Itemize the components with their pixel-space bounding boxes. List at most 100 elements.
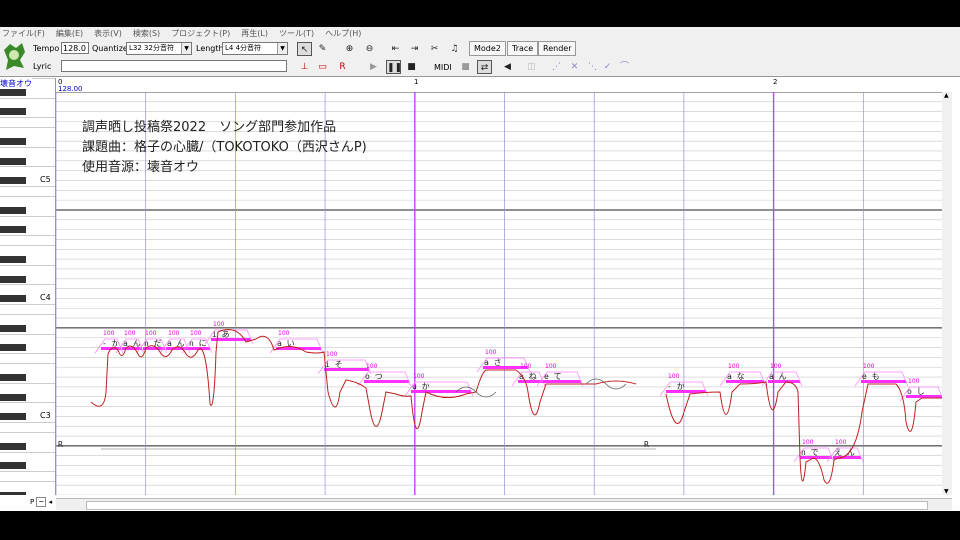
black-key[interactable] — [0, 226, 26, 234]
note-velocity: 100 — [124, 330, 136, 337]
black-key[interactable] — [0, 108, 26, 116]
zoom-in-icon[interactable]: ⊕ — [342, 42, 357, 56]
metronome-icon[interactable]: ◫ — [524, 60, 539, 74]
menu-tools[interactable]: ツール(T) — [279, 29, 314, 38]
white-key[interactable] — [0, 245, 55, 247]
white-key[interactable] — [0, 313, 55, 315]
piano-keyboard[interactable] — [0, 78, 56, 495]
pitch-reset-icon[interactable]: ✕ — [567, 60, 582, 74]
play-icon[interactable]: ▶ — [366, 60, 381, 74]
chevron-down-icon: ▼ — [181, 43, 191, 54]
black-key[interactable] — [0, 157, 26, 165]
black-key[interactable] — [0, 344, 26, 352]
white-key[interactable] — [0, 127, 55, 129]
length-select[interactable]: L4 4分音符 ▼ — [222, 42, 288, 55]
black-key[interactable] — [0, 442, 26, 450]
white-key[interactable] — [0, 304, 55, 306]
pitch-snap-icon[interactable]: ⋱ — [585, 60, 600, 74]
note-velocity: 100 — [802, 439, 814, 446]
menu-edit[interactable]: 編集(E) — [56, 29, 83, 38]
trace-button[interactable]: Trace — [507, 41, 539, 56]
menu-search[interactable]: 検索(S) — [133, 29, 160, 38]
white-key[interactable] — [0, 215, 55, 217]
black-key[interactable] — [0, 206, 26, 214]
menu-view[interactable]: 表示(V) — [94, 29, 122, 38]
white-key[interactable] — [0, 186, 55, 188]
pitch-toggle[interactable]: P ~ ◂ — [30, 497, 56, 509]
black-key[interactable] — [0, 491, 26, 495]
tempo-input[interactable]: 128.0 — [61, 42, 89, 54]
speaker-icon[interactable]: ◀ — [500, 60, 515, 74]
scroll-down-icon[interactable]: ▼ — [944, 488, 949, 495]
stop-icon[interactable]: ■ — [404, 60, 419, 74]
note-lyric: n だ — [144, 339, 162, 348]
black-key[interactable] — [0, 88, 26, 96]
mode2-button[interactable]: Mode2 — [469, 41, 506, 56]
note-velocity: 100 — [545, 363, 557, 370]
black-key[interactable] — [0, 295, 26, 303]
lyric-input[interactable] — [61, 60, 287, 72]
white-key[interactable] — [0, 422, 55, 424]
note-tool-icon[interactable]: ♫ — [447, 42, 462, 56]
white-key[interactable] — [0, 471, 55, 473]
white-key[interactable] — [0, 235, 55, 237]
menu-project[interactable]: プロジェクト(P) — [171, 29, 230, 38]
black-key[interactable] — [0, 413, 26, 421]
pointer-tool-icon[interactable]: ↖ — [297, 42, 312, 56]
quantize-label: Quantize — [92, 44, 128, 53]
render-button[interactable]: Render — [538, 41, 577, 56]
scroll-up-icon[interactable]: ▲ — [944, 92, 949, 99]
menu-help[interactable]: ヘルプ(H) — [325, 29, 361, 38]
insert-note-icon[interactable]: ⊥ — [297, 60, 312, 74]
to-end-icon[interactable]: ⇥ — [407, 42, 422, 56]
white-key[interactable] — [0, 333, 55, 335]
white-key[interactable] — [0, 402, 55, 404]
pitch-mode-icon[interactable]: ⋰ — [549, 60, 564, 74]
white-key[interactable] — [0, 166, 55, 168]
note-lyric: o し — [907, 387, 925, 396]
split-note-icon[interactable]: ✂ — [427, 42, 442, 56]
white-key[interactable] — [0, 195, 55, 197]
scroll-left-icon[interactable]: ◂ — [49, 498, 53, 506]
black-key[interactable] — [0, 373, 26, 381]
white-key[interactable] — [0, 382, 55, 384]
black-key[interactable] — [0, 324, 26, 332]
loop-icon[interactable]: ⇄ — [477, 60, 492, 74]
pencil-tool-icon[interactable]: ✎ — [315, 42, 330, 56]
rest-marker: R — [644, 440, 649, 449]
white-key[interactable] — [0, 97, 55, 99]
white-key[interactable] — [0, 451, 55, 453]
measure-number-1: 1 — [414, 78, 419, 86]
black-key[interactable] — [0, 462, 26, 470]
rest-icon[interactable]: R — [335, 60, 350, 74]
white-key[interactable] — [0, 264, 55, 266]
note-velocity: 100 — [520, 363, 532, 370]
menu-play[interactable]: 再生(L) — [241, 29, 268, 38]
quantize-select[interactable]: L32 32分音符 ▼ — [126, 42, 192, 55]
white-key[interactable] — [0, 481, 55, 483]
black-key[interactable] — [0, 177, 26, 185]
white-key[interactable] — [0, 363, 55, 365]
zoom-out-icon[interactable]: ⊖ — [362, 42, 377, 56]
menu-file[interactable]: ファイル(F) — [2, 29, 45, 38]
record-icon[interactable]: ■ — [458, 60, 473, 74]
pitch-curve-icon[interactable]: ✓ — [600, 60, 615, 74]
white-key[interactable] — [0, 117, 55, 119]
black-key[interactable] — [0, 275, 26, 283]
to-start-icon[interactable]: ⇤ — [388, 42, 403, 56]
scroll-thumb[interactable] — [86, 501, 928, 510]
black-key[interactable] — [0, 137, 26, 145]
black-key[interactable] — [0, 393, 26, 401]
white-key[interactable] — [0, 431, 55, 433]
measure-ruler[interactable]: 0 128.00 1 2 — [56, 78, 952, 93]
vertical-scrollbar[interactable]: ▲ ▼ — [942, 92, 952, 495]
pitch-curve-toggle-icon[interactable]: ~ — [36, 497, 47, 507]
black-key[interactable] — [0, 255, 26, 263]
white-key[interactable] — [0, 146, 55, 148]
delete-note-icon[interactable]: ▭ — [315, 60, 330, 74]
white-key[interactable] — [0, 284, 55, 286]
horizontal-scrollbar[interactable] — [56, 498, 952, 510]
white-key[interactable] — [0, 353, 55, 355]
envelope-icon[interactable]: ⌒ — [617, 60, 632, 74]
pause-icon[interactable]: ❚❚ — [386, 60, 402, 74]
